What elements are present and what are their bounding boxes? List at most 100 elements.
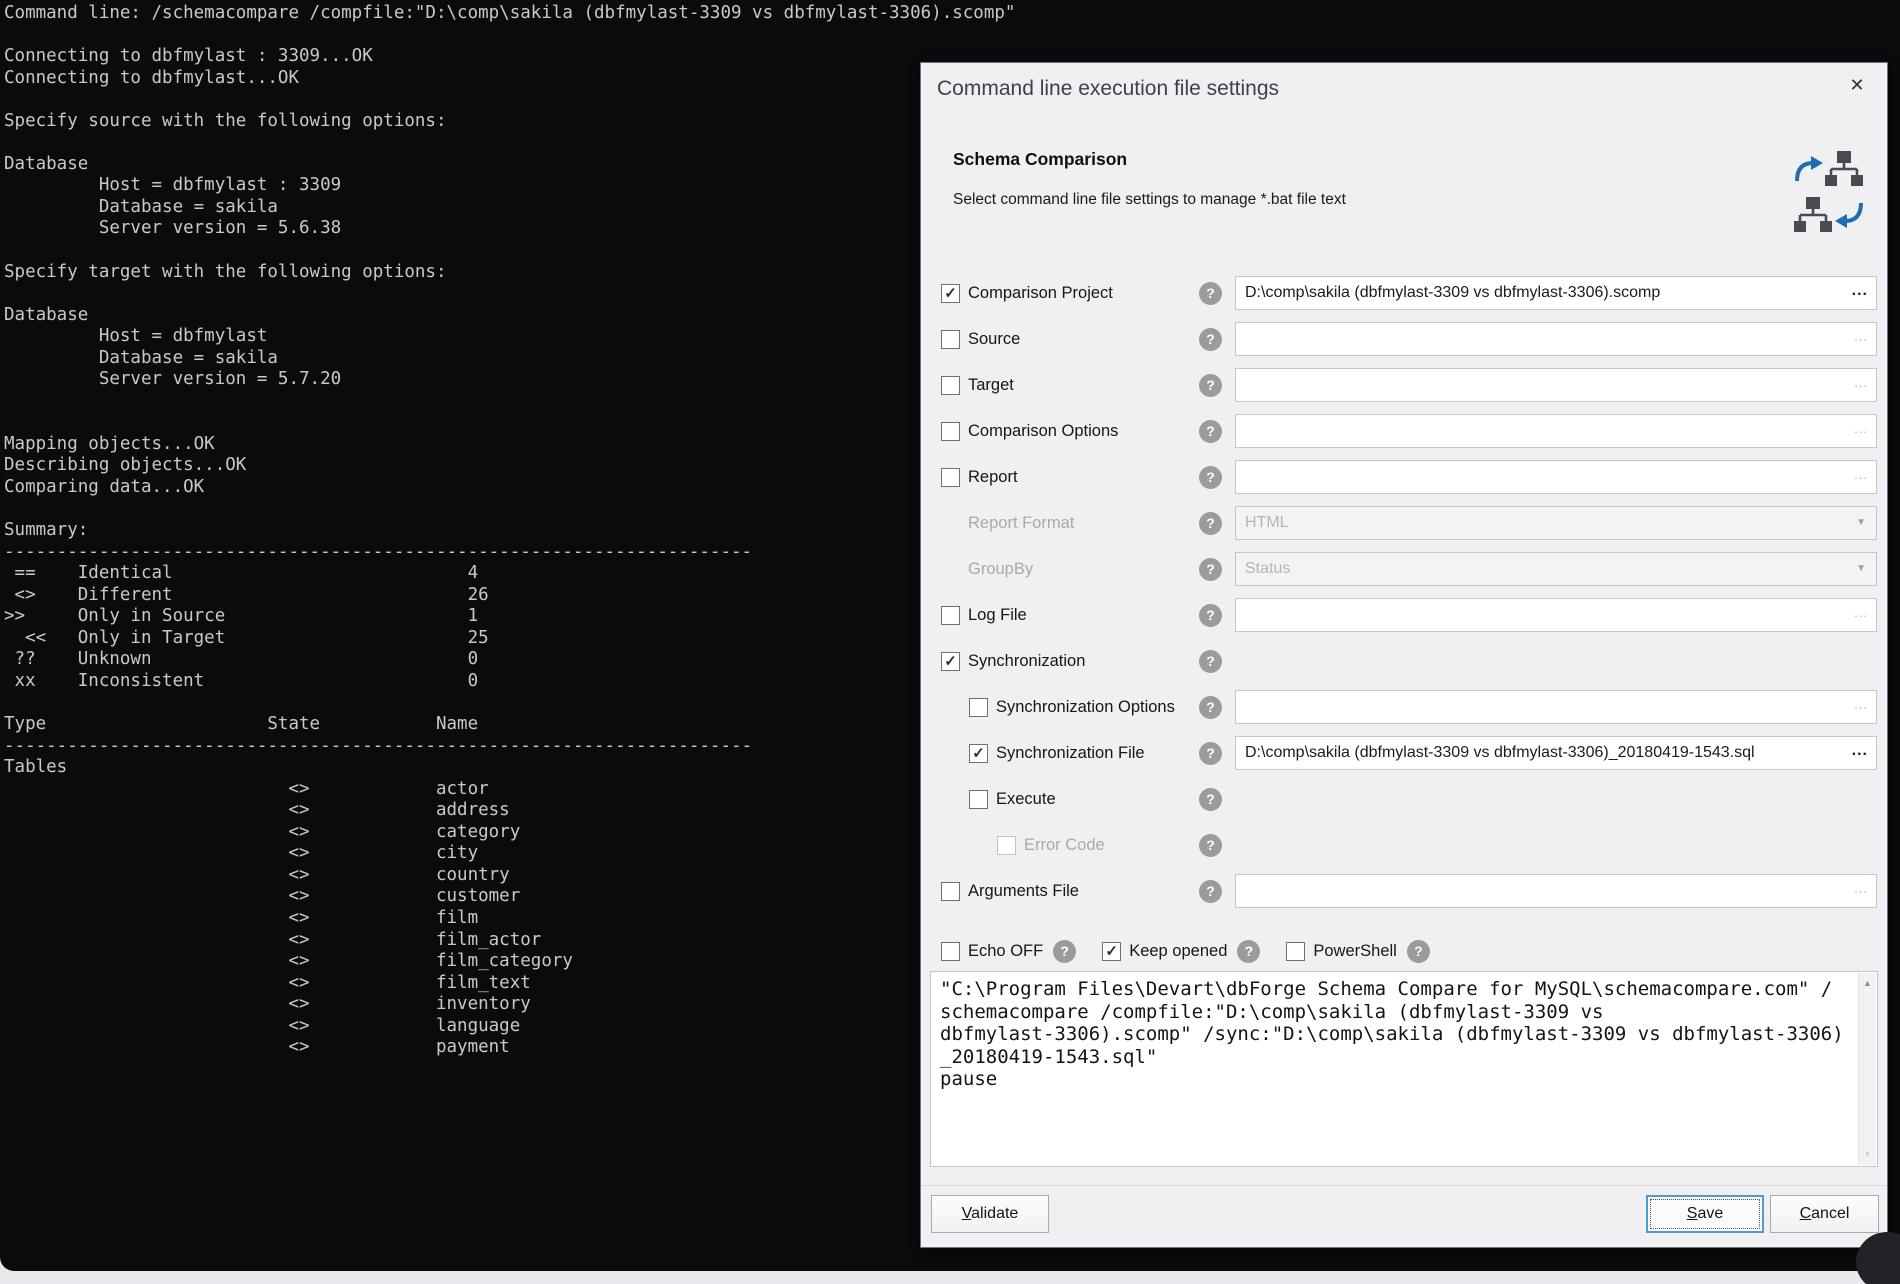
help-icon[interactable]: ? [1199, 650, 1222, 673]
source-checkbox[interactable] [941, 330, 960, 349]
browse-button[interactable]: ... [1852, 276, 1868, 310]
help-icon[interactable]: ? [1199, 696, 1222, 719]
echo-off-checkbox[interactable] [941, 942, 960, 961]
scroll-down-icon[interactable]: ▾ [1859, 1149, 1876, 1160]
log-file-label: Log File [968, 606, 1027, 625]
error-code-checkbox[interactable] [997, 836, 1016, 855]
row-arguments-file: Arguments File ? ... [941, 874, 1877, 908]
keep-opened-option: ✓ Keep opened ? [1102, 940, 1260, 963]
help-icon[interactable]: ? [1237, 940, 1260, 963]
row-report: Report ? ... [941, 460, 1877, 494]
help-icon[interactable]: ? [1199, 466, 1222, 489]
help-icon[interactable]: ? [1199, 374, 1222, 397]
browse-button[interactable]: ... [1854, 874, 1868, 908]
comparison-options-label: Comparison Options [968, 422, 1118, 441]
row-synchronization-file: ✓ Synchronization File ? D:\comp\sakila (… [941, 736, 1877, 770]
row-groupby: GroupBy ? Status▼ [941, 552, 1877, 586]
row-comparison-project: ✓ Comparison Project ? D:\comp\sakila (db… [941, 276, 1877, 310]
dialog-footer: Validate Save Cancel ⋰ [921, 1185, 1887, 1247]
settings-form: ✓ Comparison Project ? D:\comp\sakila (db… [941, 276, 1877, 920]
help-icon[interactable]: ? [1199, 558, 1222, 581]
synchronization-file-input[interactable]: D:\comp\sakila (dbfmylast-3309 vs dbfmyl… [1235, 736, 1877, 770]
command-line-settings-dialog: Command line execution file settings ✕ S… [920, 62, 1888, 1248]
section-heading: Schema Comparison [953, 149, 1127, 170]
browse-button[interactable]: ... [1854, 598, 1868, 632]
scrollbar[interactable]: ▲ ▾ [1858, 973, 1876, 1165]
chevron-down-icon: ▼ [1856, 552, 1866, 586]
row-error-code: Error Code ? [941, 828, 1877, 862]
comparison-project-label: Comparison Project [968, 284, 1113, 303]
source-input[interactable] [1235, 322, 1877, 356]
validate-button[interactable]: Validate [931, 1195, 1049, 1233]
report-format-dropdown[interactable]: HTML [1235, 506, 1877, 540]
bat-file-text: "C:\Program Files\Devart\dbForge Schema … [931, 972, 1877, 1091]
groupby-dropdown[interactable]: Status [1235, 552, 1877, 586]
target-input[interactable] [1235, 368, 1877, 402]
synchronization-file-checkbox[interactable]: ✓ [969, 744, 988, 763]
browse-button[interactable]: ... [1854, 414, 1868, 448]
save-button[interactable]: Save [1646, 1195, 1764, 1233]
dialog-title: Command line execution file settings [937, 77, 1279, 101]
help-icon[interactable]: ? [1199, 512, 1222, 535]
execute-label: Execute [996, 790, 1056, 809]
row-synchronization-options: Synchronization Options ? ... [941, 690, 1877, 724]
row-target: Target ? ... [941, 368, 1877, 402]
report-checkbox[interactable] [941, 468, 960, 487]
cancel-button[interactable]: Cancel [1770, 1195, 1879, 1233]
bat-file-textarea[interactable]: "C:\Program Files\Devart\dbForge Schema … [930, 971, 1878, 1167]
row-execute: Execute ? [941, 782, 1877, 816]
browse-button[interactable]: ... [1854, 690, 1868, 724]
report-format-label: Report Format [968, 514, 1074, 533]
row-report-format: Report Format ? HTML▼ [941, 506, 1877, 540]
synchronization-label: Synchronization [968, 652, 1085, 671]
row-comparison-options: Comparison Options ? ... [941, 414, 1877, 448]
row-source: Source ? ... [941, 322, 1877, 356]
browse-button[interactable]: ... [1854, 460, 1868, 494]
echo-off-label: Echo OFF [968, 942, 1043, 961]
comparison-options-checkbox[interactable] [941, 422, 960, 441]
section-subtitle: Select command line file settings to man… [953, 191, 1346, 209]
help-icon[interactable]: ? [1199, 742, 1222, 765]
schema-compare-icon [1793, 151, 1865, 235]
close-icon[interactable]: ✕ [1843, 71, 1871, 99]
error-code-label: Error Code [1024, 836, 1105, 855]
comparison-project-checkbox[interactable]: ✓ [941, 284, 960, 303]
powershell-checkbox[interactable] [1286, 942, 1305, 961]
help-icon[interactable]: ? [1407, 940, 1430, 963]
report-label: Report [968, 468, 1018, 487]
help-icon[interactable]: ? [1199, 328, 1222, 351]
bat-options-row: Echo OFF ? ✓ Keep opened ? PowerShell ? [941, 940, 1456, 963]
help-icon[interactable]: ? [1199, 880, 1222, 903]
execute-checkbox[interactable] [969, 790, 988, 809]
browse-button[interactable]: ... [1854, 322, 1868, 356]
powershell-option: PowerShell ? [1286, 940, 1429, 963]
keep-opened-checkbox[interactable]: ✓ [1102, 942, 1121, 961]
comparison-project-input[interactable]: D:\comp\sakila (dbfmylast-3309 vs dbfmyl… [1235, 276, 1877, 310]
synchronization-checkbox[interactable]: ✓ [941, 652, 960, 671]
keep-opened-label: Keep opened [1129, 942, 1227, 961]
help-icon[interactable]: ? [1199, 282, 1222, 305]
target-checkbox[interactable] [941, 376, 960, 395]
report-input[interactable] [1235, 460, 1877, 494]
help-icon[interactable]: ? [1199, 788, 1222, 811]
synchronization-options-checkbox[interactable] [969, 698, 988, 717]
scroll-up-icon[interactable]: ▲ [1859, 978, 1876, 988]
arguments-file-input[interactable] [1235, 874, 1877, 908]
log-file-checkbox[interactable] [941, 606, 960, 625]
help-icon[interactable]: ? [1199, 420, 1222, 443]
target-label: Target [968, 376, 1014, 395]
browse-button[interactable]: ... [1854, 368, 1868, 402]
row-synchronization: ✓ Synchronization ? [941, 644, 1877, 678]
synchronization-file-label: Synchronization File [996, 744, 1145, 763]
help-icon[interactable]: ? [1199, 604, 1222, 627]
log-file-input[interactable] [1235, 598, 1877, 632]
synchronization-options-label: Synchronization Options [996, 698, 1175, 717]
chevron-down-icon: ▼ [1856, 506, 1866, 540]
comparison-options-input[interactable] [1235, 414, 1877, 448]
synchronization-options-input[interactable] [1235, 690, 1877, 724]
arguments-file-checkbox[interactable] [941, 882, 960, 901]
source-label: Source [968, 330, 1020, 349]
browse-button[interactable]: ... [1852, 736, 1868, 770]
help-icon[interactable]: ? [1053, 940, 1076, 963]
help-icon[interactable]: ? [1199, 834, 1222, 857]
